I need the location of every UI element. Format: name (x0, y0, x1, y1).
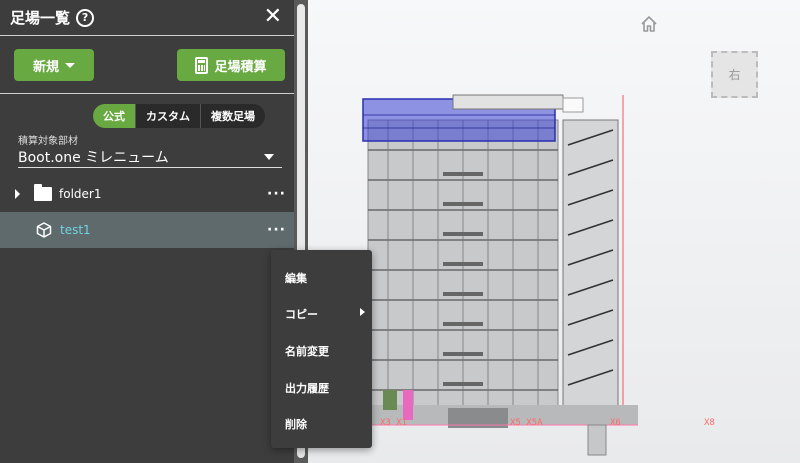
building-model (358, 94, 638, 456)
folder-icon (34, 184, 52, 201)
home-icon[interactable] (639, 14, 659, 34)
view-cube[interactable]: 右 (711, 51, 758, 98)
tree-item-label: test1 (60, 223, 91, 237)
action-row: 新規 足場積算 (0, 36, 294, 94)
grid-label: X5 X5A (510, 418, 543, 428)
calculator-icon (195, 56, 209, 74)
tab-custom[interactable]: カスタム (135, 104, 200, 128)
menu-item-edit[interactable]: 編集 (285, 270, 365, 286)
grid-label: X3 X1 (380, 418, 408, 428)
scaffold-calc-button[interactable]: 足場積算 (177, 49, 285, 81)
menu-item-output-history[interactable]: 出力履歴 (285, 380, 365, 396)
material-value: Boot.one ミレニューム (18, 149, 169, 166)
help-icon[interactable]: ? (76, 8, 95, 27)
menu-item-copy[interactable]: コピー (285, 306, 365, 322)
more-options-button[interactable]: ··· (267, 222, 286, 238)
tree-item-test1[interactable]: test1 ··· (0, 212, 294, 248)
submenu-arrow-icon (360, 308, 365, 316)
grid-label: X6 (610, 418, 621, 428)
tree-item-label: folder1 (59, 187, 102, 201)
caret-down-icon (65, 62, 75, 68)
expand-arrow-icon[interactable] (15, 189, 20, 199)
more-options-button[interactable]: ··· (267, 186, 286, 202)
close-icon[interactable]: ✕ (264, 6, 282, 28)
new-button[interactable]: 新規 (14, 49, 94, 81)
tab-official[interactable]: 公式 (93, 104, 135, 128)
panel-header: 足場一覧 ? ✕ (0, 0, 294, 36)
panel-title: 足場一覧 (10, 9, 71, 27)
new-button-label: 新規 (32, 59, 59, 75)
menu-item-rename[interactable]: 名前変更 (285, 343, 365, 359)
scaffold-calc-label: 足場積算 (214, 59, 267, 75)
menu-item-delete[interactable]: 削除 (285, 416, 365, 432)
dropdown-arrow-icon (264, 154, 274, 160)
tree-item-folder1[interactable]: folder1 ··· (0, 176, 294, 212)
context-menu: 編集 コピー 名前変更 出力履歴 削除 (271, 250, 372, 448)
scaffold-list-panel: 足場一覧 ? ✕ 新規 足場積算 公式 カスタム 複数足場 積算対象部材 Boo… (0, 0, 294, 463)
material-select[interactable]: Boot.one ミレニューム (18, 146, 282, 168)
menu-item-copy-label: コピー (285, 308, 318, 321)
scaffold-type-tabs: 公式 カスタム 複数足場 (93, 104, 265, 128)
tab-multi-scaffold[interactable]: 複数足場 (200, 104, 265, 128)
3d-viewport[interactable]: 右 X3 X1 X5 X5A X6 X8 (308, 0, 800, 463)
grid-label: X8 (704, 418, 715, 428)
material-label: 積算対象部材 (18, 136, 78, 147)
cube-icon (36, 222, 52, 238)
